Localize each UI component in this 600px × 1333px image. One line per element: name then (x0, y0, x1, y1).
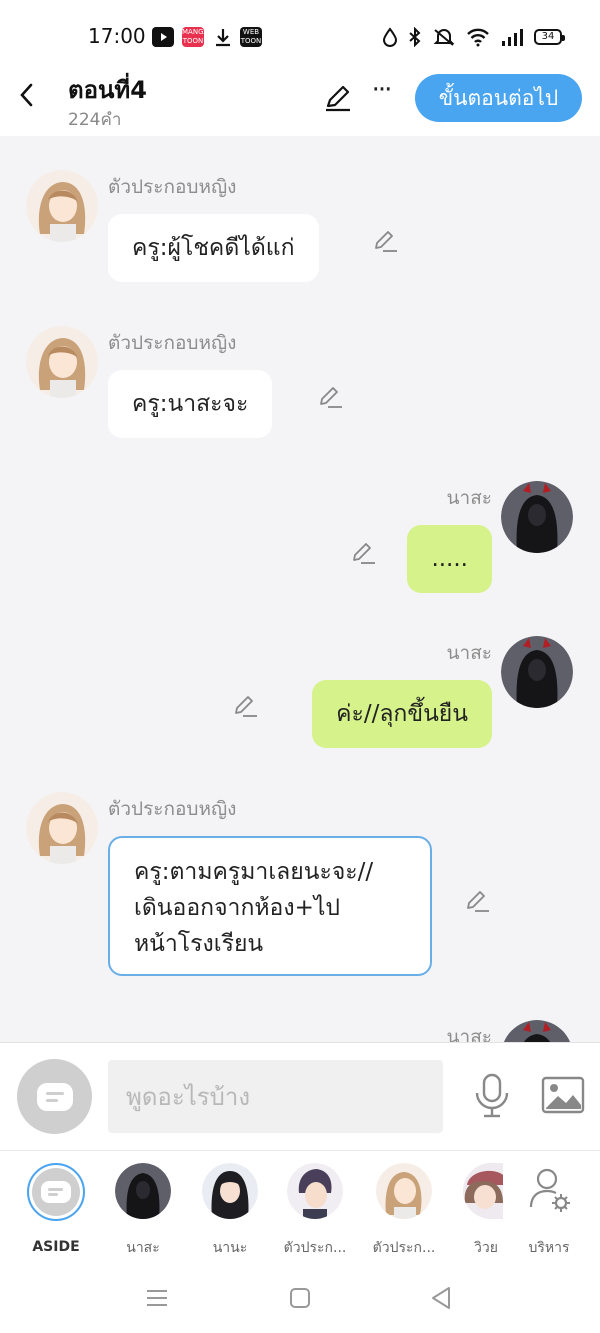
character-bar: ASIDE นาสะ นานะ ตัวประก... ตัวประก... วิ… (0, 1150, 600, 1263)
character-label: บริหาร (528, 1240, 570, 1256)
home-icon[interactable] (285, 1283, 315, 1313)
avatar (376, 1163, 432, 1219)
character-manage[interactable]: บริหาร (509, 1163, 589, 1259)
aside-icon (41, 1181, 71, 1203)
webtoon-icon: WEB TOON (240, 27, 262, 47)
message-text: ครู:ผู้โชคดีได้แก่ (132, 235, 295, 261)
message-bubble[interactable]: ค่ะ//ลุกขึ้นยืน (312, 680, 492, 748)
avatar[interactable] (26, 792, 98, 864)
message-line: หน้าโรงเรียน (134, 931, 264, 957)
chapter-title[interactable]: ตอนที่4 (68, 70, 147, 109)
image-icon[interactable] (540, 1075, 586, 1115)
edit-message-icon[interactable] (371, 227, 399, 255)
edit-message-icon[interactable] (463, 887, 491, 915)
message-bubble[interactable]: ..... (407, 525, 492, 593)
status-bar: 17:00 MANGA TOON WEB TOON 34 (0, 0, 600, 70)
back-button[interactable] (12, 80, 42, 110)
message-text: ค่ะ//ลุกขึ้นยืน (336, 701, 468, 727)
avatar[interactable] (26, 326, 98, 398)
edit-message-icon[interactable] (349, 539, 377, 567)
header: ตอนที่4 224คำ ··· ขั้นตอนต่อไป (0, 70, 600, 136)
message-text: ครู:นาสะจะ (132, 391, 249, 417)
youtube-icon (152, 27, 174, 47)
sender-name: ตัวประกอบหญิง (108, 332, 237, 354)
avatar[interactable] (501, 481, 573, 553)
aside-toggle-button[interactable] (17, 1059, 92, 1134)
message-input[interactable] (108, 1060, 443, 1133)
message-bubble[interactable]: ครู:ผู้โชคดีได้แก่ (108, 214, 319, 282)
avatar (115, 1163, 171, 1219)
message-line: ครู:ตามครูมาเลยนะจะ// (134, 859, 374, 885)
sender-name: นาสะ (446, 1026, 492, 1042)
aside-icon (37, 1083, 73, 1111)
data-saver-icon (382, 27, 398, 47)
system-nav-bar (0, 1263, 600, 1333)
bluetooth-icon (409, 27, 421, 47)
edit-title-button[interactable] (322, 82, 354, 114)
character-label: นานะ (212, 1240, 248, 1256)
character-label: นาสะ (126, 1240, 160, 1256)
avatar (202, 1163, 258, 1219)
sender-name: นาสะ (446, 642, 492, 664)
next-step-button[interactable]: ขั้นตอนต่อไป (415, 74, 582, 122)
mangatoon-icon: MANGA TOON (182, 27, 204, 47)
microphone-icon[interactable] (472, 1073, 512, 1119)
sender-name: ตัวประกอบหญิง (108, 798, 237, 820)
avatar[interactable] (26, 170, 98, 242)
sender-name: นาสะ (446, 487, 492, 509)
manage-characters-icon (521, 1163, 577, 1219)
character-item[interactable]: นานะ (190, 1163, 270, 1259)
message-text: ครู:ตามครูมาเลยนะจะ// เดินออกจากห้อง+ไป … (134, 854, 373, 962)
sender-name: ตัวประกอบหญิง (108, 176, 237, 198)
avatar (463, 1163, 503, 1219)
character-aside[interactable]: ASIDE (16, 1163, 96, 1255)
battery-icon: 34 (534, 29, 565, 45)
aside-avatar (27, 1163, 85, 1221)
download-icon (212, 27, 234, 47)
edit-message-icon[interactable] (316, 383, 344, 411)
mute-icon (433, 29, 455, 46)
menu-icon[interactable] (142, 1283, 172, 1313)
avatar (287, 1163, 343, 1219)
back-nav-icon[interactable] (427, 1283, 457, 1313)
character-item[interactable]: ตัวประก... (275, 1163, 355, 1259)
edit-message-icon[interactable] (231, 692, 259, 720)
message-bubble[interactable]: ครู:นาสะจะ (108, 370, 273, 438)
character-item[interactable]: ตัวประก... (364, 1163, 444, 1259)
signal-icon (502, 29, 523, 46)
character-label: ASIDE (32, 1239, 80, 1255)
character-item[interactable]: นาสะ (103, 1163, 183, 1259)
character-label: ตัวประก... (283, 1240, 347, 1256)
message-text: ..... (431, 546, 468, 572)
character-label: ตัวประก... (372, 1240, 436, 1256)
message-bubble-selected[interactable]: ครู:ตามครูมาเลยนะจะ// เดินออกจากห้อง+ไป … (108, 836, 432, 976)
avatar[interactable] (501, 1020, 573, 1042)
chat-area[interactable]: ตัวประกอบหญิง ครู:ผู้โชคดีได้แก่ ตัวประก… (0, 136, 600, 1042)
status-time: 17:00 (88, 24, 146, 48)
status-indicators: 34 (382, 26, 565, 48)
input-bar (0, 1042, 600, 1150)
word-count: 224คำ (68, 110, 122, 130)
more-options-button[interactable]: ··· (366, 77, 396, 110)
avatar[interactable] (501, 636, 573, 708)
message-line: เดินออกจากห้อง+ไป (134, 895, 341, 921)
wifi-icon (467, 28, 489, 47)
